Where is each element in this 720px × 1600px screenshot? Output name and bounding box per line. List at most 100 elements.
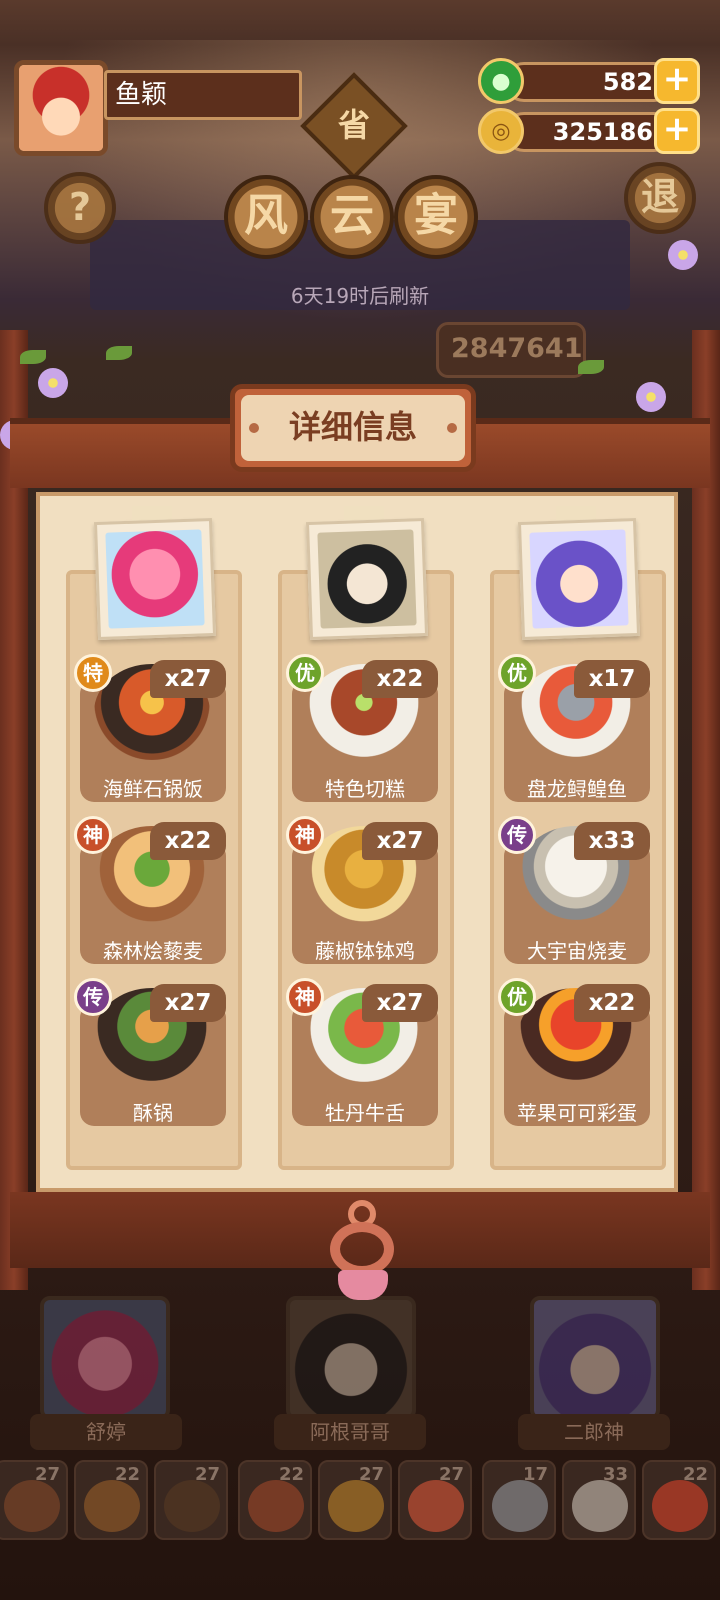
dish-count: x22 xyxy=(150,822,226,860)
grade-badge: 特 xyxy=(74,654,112,692)
tray-dish-image xyxy=(248,1480,304,1532)
title-char-1: 风 xyxy=(224,175,308,259)
chef-image xyxy=(317,529,417,629)
add-coin-button[interactable]: + xyxy=(654,108,700,154)
detail-info-header: 详细信息 xyxy=(230,384,476,472)
dish-count: x33 xyxy=(574,822,650,860)
dish-count: x27 xyxy=(362,822,438,860)
tray-count: 27 xyxy=(34,1464,60,1485)
tray-count: 22 xyxy=(682,1464,708,1485)
player-name: 鱼颖 xyxy=(104,70,302,120)
chef-portrait-agen[interactable] xyxy=(305,517,429,641)
detail-info-title: 详细信息 xyxy=(241,395,465,461)
chef-image xyxy=(529,529,629,629)
chef-portrait-shuting[interactable] xyxy=(93,517,217,641)
flower-decoration xyxy=(636,382,666,412)
tray-dish[interactable]: 33 xyxy=(562,1460,636,1540)
plaque-dot xyxy=(249,423,259,433)
title-char-3: 宴 xyxy=(394,175,478,259)
coin-amount: 325186 xyxy=(504,112,674,152)
tray-dish[interactable]: 22 xyxy=(74,1460,148,1540)
title-char-2: 云 xyxy=(310,175,394,259)
refresh-timer: 6天19时后刷新 xyxy=(290,284,430,308)
exit-button[interactable]: 退 xyxy=(624,162,696,234)
tray-dish-image xyxy=(492,1480,548,1532)
dish-name: 牡丹牛舌 xyxy=(325,1101,405,1125)
dish-name: 森林烩藜麦 xyxy=(103,939,203,963)
chef-name-shuting: 舒婷 xyxy=(30,1414,182,1450)
tray-dish[interactable]: 27 xyxy=(318,1460,392,1540)
score-display: 2847641 xyxy=(436,322,586,378)
dish-card[interactable]: x22 优 苹果可可彩蛋 xyxy=(498,978,650,1134)
tray-dish-image xyxy=(328,1480,384,1532)
dish-card[interactable]: x27 神 牡丹牛舌 xyxy=(286,978,438,1134)
dish-card[interactable]: x33 传 大宇宙烧麦 xyxy=(498,816,650,972)
tray-dish[interactable]: 22 xyxy=(238,1460,312,1540)
tray-count: 22 xyxy=(278,1464,304,1485)
leaf-decoration xyxy=(578,360,604,374)
dish-name: 大宇宙烧麦 xyxy=(527,939,627,963)
dish-card[interactable]: x17 优 盘龙鲟鳇鱼 xyxy=(498,654,650,810)
tray-dish-image xyxy=(572,1480,628,1532)
chinese-knot-decoration xyxy=(316,1200,406,1300)
tray-dish-image xyxy=(164,1480,220,1532)
tray-count: 33 xyxy=(602,1464,628,1485)
dish-name: 盘龙鲟鳇鱼 xyxy=(527,777,627,801)
dish-name: 酥锅 xyxy=(133,1101,173,1125)
chef-select-agen[interactable] xyxy=(286,1296,416,1420)
dish-tray: 27 22 27 22 27 27 17 33 22 xyxy=(0,1460,720,1544)
help-button[interactable]: ? xyxy=(44,172,116,244)
avatar-image xyxy=(19,65,103,151)
plaque-dot xyxy=(447,423,457,433)
grade-badge: 优 xyxy=(498,978,536,1016)
coin-currency: 325186 ◎ + xyxy=(478,108,700,154)
province-char: 省 xyxy=(337,106,370,144)
grade-badge: 优 xyxy=(498,654,536,692)
knot-loop xyxy=(330,1222,394,1276)
leaf-decoration xyxy=(106,346,132,360)
add-jade-button[interactable]: + xyxy=(654,58,700,104)
dish-name: 藤椒钵钵鸡 xyxy=(315,939,415,963)
tray-dish[interactable]: 27 xyxy=(398,1460,472,1540)
tray-dish[interactable]: 27 xyxy=(0,1460,68,1540)
chef-portrait-erlang[interactable] xyxy=(517,517,641,641)
dish-count: x27 xyxy=(362,984,438,1022)
grade-badge: 神 xyxy=(286,978,324,1016)
dish-card[interactable]: x27 神 藤椒钵钵鸡 xyxy=(286,816,438,972)
flower-decoration xyxy=(38,368,68,398)
grade-badge: 优 xyxy=(286,654,324,692)
jade-amount: 582 xyxy=(504,62,674,102)
tray-dish[interactable]: 27 xyxy=(154,1460,228,1540)
dish-count: x22 xyxy=(362,660,438,698)
tray-count: 27 xyxy=(194,1464,220,1485)
dish-card[interactable]: x27 传 酥锅 xyxy=(74,978,226,1134)
dish-card[interactable]: x22 优 特色切糕 xyxy=(286,654,438,810)
dish-name: 海鲜石锅饭 xyxy=(103,777,203,801)
tray-count: 17 xyxy=(522,1464,548,1485)
tray-dish-image xyxy=(84,1480,140,1532)
tray-dish-image xyxy=(652,1480,708,1532)
grade-badge: 神 xyxy=(74,816,112,854)
chef-name-agen: 阿根哥哥 xyxy=(274,1414,426,1450)
tray-dish[interactable]: 22 xyxy=(642,1460,716,1540)
grade-badge: 传 xyxy=(498,816,536,854)
dish-card[interactable]: x27 特 海鲜石锅饭 xyxy=(74,654,226,810)
tray-dish[interactable]: 17 xyxy=(482,1460,556,1540)
leaf-decoration xyxy=(20,350,46,364)
flower-decoration xyxy=(668,240,698,270)
grade-badge: 神 xyxy=(286,816,324,854)
dish-count: x22 xyxy=(574,984,650,1022)
chef-image xyxy=(105,529,205,629)
dish-card[interactable]: x22 神 森林烩藜麦 xyxy=(74,816,226,972)
jade-icon: ● xyxy=(478,58,524,104)
dish-count: x27 xyxy=(150,984,226,1022)
dish-count: x27 xyxy=(150,660,226,698)
grade-badge: 传 xyxy=(74,978,112,1016)
tray-count: 22 xyxy=(114,1464,140,1485)
player-avatar[interactable] xyxy=(14,60,108,156)
dish-name: 苹果可可彩蛋 xyxy=(517,1101,637,1125)
chef-select-erlang[interactable] xyxy=(530,1296,660,1420)
chef-select-shuting[interactable] xyxy=(40,1296,170,1420)
tray-dish-image xyxy=(408,1480,464,1532)
tray-dish-image xyxy=(4,1480,60,1532)
